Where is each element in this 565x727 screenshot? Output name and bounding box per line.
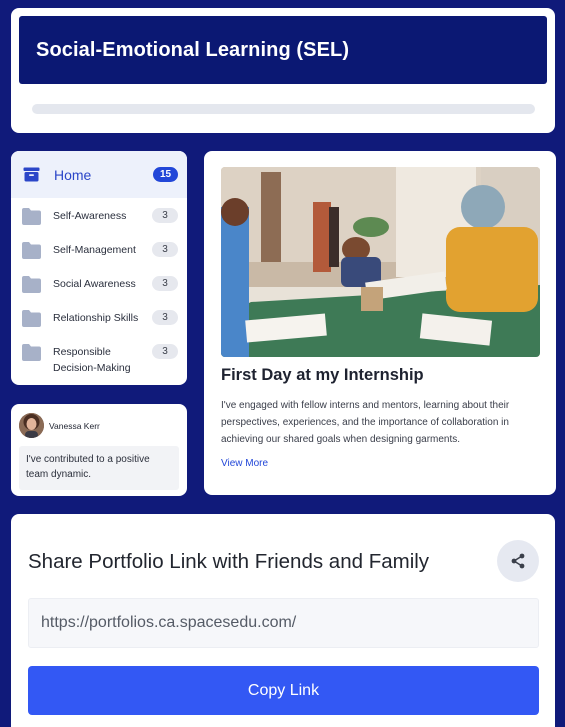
header-card: Social-Emotional Learning (SEL) [11,8,555,133]
inbox-icon [23,166,40,183]
sidebar-item-label: Home [54,166,92,183]
sidebar-item-self-management[interactable]: Self-Management 3 [11,242,187,259]
share-title: Share Portfolio Link with Friends and Fa… [28,550,430,573]
sidebar-item-label: Social Awareness [53,278,136,290]
avatar [19,413,44,438]
count-badge: 3 [152,310,178,325]
folder-icon [22,242,41,259]
sidebar-item-label: Self-Management [53,244,136,256]
sidebar-item-label: Self-Awareness [53,210,127,222]
post-title: First Day at my Internship [221,366,424,384]
comment-card: Vanessa Kerr I've contributed to a posit… [11,404,187,496]
view-more-link[interactable]: View More [221,458,268,469]
count-badge: 15 [153,167,178,182]
post-card: First Day at my Internship I've engaged … [204,151,556,495]
count-badge: 3 [152,242,178,257]
share-icon [511,553,525,569]
sidebar-item-responsible-decision-making[interactable]: Responsible Decision-Making 3 [11,344,187,376]
share-button[interactable] [497,540,539,582]
copy-link-button[interactable]: Copy Link [28,666,539,715]
count-badge: 3 [152,276,178,291]
sidebar-item-social-awareness[interactable]: Social Awareness 3 [11,276,187,293]
folder-icon [22,310,41,327]
sidebar: Home 15 Self-Awareness 3 Self-Management… [11,151,187,385]
progress-bar [32,104,535,114]
title-bar: Social-Emotional Learning (SEL) [19,16,547,84]
count-badge: 3 [152,344,178,359]
post-photo [221,167,540,357]
share-card: Share Portfolio Link with Friends and Fa… [11,514,555,727]
sidebar-item-label: Relationship Skills [53,312,139,324]
folder-icon [22,344,41,361]
sidebar-item-relationship-skills[interactable]: Relationship Skills 3 [11,310,187,327]
comment-text: I've contributed to a positive team dyna… [19,446,179,490]
folder-icon [22,208,41,225]
sidebar-item-self-awareness[interactable]: Self-Awareness 3 [11,208,187,225]
sidebar-item-label: Responsible Decision-Making [53,346,131,374]
post-body: I've engaged with fellow interns and men… [221,400,510,445]
page-title: Social-Emotional Learning (SEL) [36,38,350,61]
count-badge: 3 [152,208,178,223]
portfolio-link-input[interactable] [28,598,539,648]
sidebar-item-home[interactable]: Home 15 [11,151,187,198]
folder-icon [22,276,41,293]
comment-author: Vanessa Kerr [49,421,100,431]
